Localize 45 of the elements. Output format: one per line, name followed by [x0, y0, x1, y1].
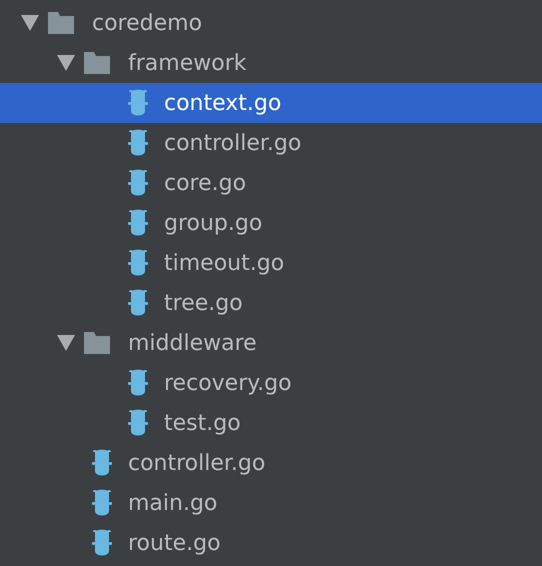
- item-label: coredemo: [92, 10, 202, 36]
- tree-item[interactable]: recovery.go: [0, 363, 542, 403]
- file-icon: [128, 289, 148, 317]
- tree-item[interactable]: main.go: [0, 483, 542, 523]
- item-label: group.go: [164, 210, 262, 236]
- file-icon: [92, 449, 112, 477]
- tree-item[interactable]: test.go: [0, 403, 542, 443]
- item-label: timeout.go: [164, 250, 284, 276]
- file-icon: [92, 489, 112, 517]
- item-label: recovery.go: [164, 370, 292, 396]
- file-icon: [128, 129, 148, 157]
- file-icon: [128, 209, 148, 237]
- item-label: framework: [128, 50, 246, 76]
- file-icon: [128, 369, 148, 397]
- file-icon: [92, 529, 112, 557]
- expanded-arrow-icon[interactable]: [21, 15, 39, 31]
- item-label: controller.go: [164, 130, 302, 156]
- item-label: core.go: [164, 170, 246, 196]
- tree-item[interactable]: route.go: [0, 523, 542, 563]
- tree-item[interactable]: controller.go: [0, 123, 542, 163]
- file-icon: [128, 89, 148, 117]
- tree-item[interactable]: controller.go: [0, 443, 542, 483]
- tree-item[interactable]: group.go: [0, 203, 542, 243]
- item-label: main.go: [128, 490, 218, 516]
- item-label: tree.go: [164, 290, 243, 316]
- file-icon: [128, 409, 148, 437]
- folder-icon: [84, 52, 110, 74]
- folder-icon: [84, 332, 110, 354]
- item-label: controller.go: [128, 450, 266, 476]
- tree-item[interactable]: coredemo: [0, 3, 542, 43]
- tree-item[interactable]: core.go: [0, 163, 542, 203]
- expanded-arrow-icon[interactable]: [57, 55, 75, 71]
- tree-item[interactable]: timeout.go: [0, 243, 542, 283]
- tree-item[interactable]: tree.go: [0, 283, 542, 323]
- tree-item[interactable]: middleware: [0, 323, 542, 363]
- item-label: route.go: [128, 530, 221, 556]
- folder-icon: [48, 12, 74, 34]
- file-icon: [128, 249, 148, 277]
- tree-item[interactable]: framework: [0, 43, 542, 83]
- tree-item[interactable]: context.go: [0, 83, 542, 123]
- expanded-arrow-icon[interactable]: [57, 335, 75, 351]
- item-label: middleware: [128, 330, 257, 356]
- file-icon: [128, 169, 148, 197]
- item-label: test.go: [164, 410, 241, 436]
- item-label: context.go: [164, 90, 282, 116]
